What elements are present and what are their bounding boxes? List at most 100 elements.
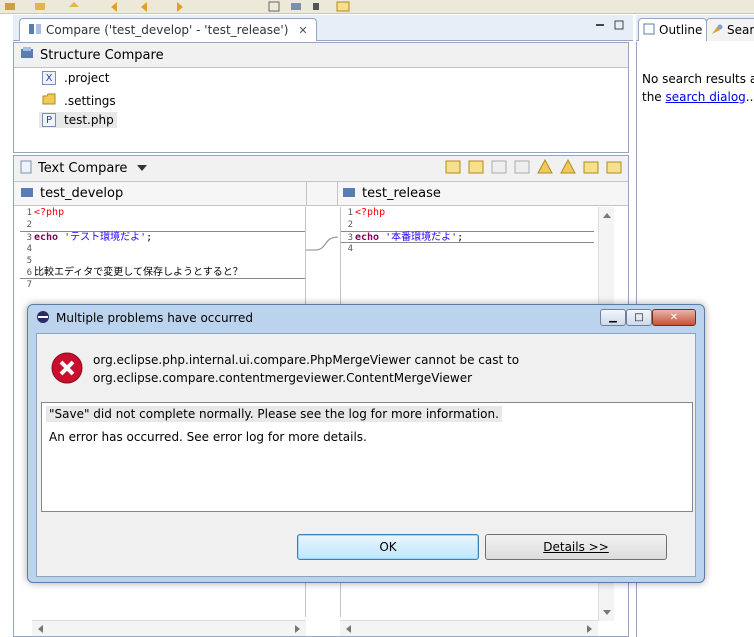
- search-icon: [711, 23, 723, 38]
- tree-item-label: .project: [64, 71, 110, 85]
- code-line: 1 <?php: [341, 207, 594, 219]
- main-toolbar: [0, 0, 754, 14]
- folder-icon: [42, 92, 56, 109]
- search-text: ...: [745, 90, 754, 104]
- details-button[interactable]: Details >>: [485, 534, 667, 560]
- code-text: <?php: [34, 207, 65, 218]
- back-arrow-icon[interactable]: [110, 1, 122, 12]
- tree-item-label: .settings: [64, 93, 116, 108]
- details-item[interactable]: An error has occurred. See error log for…: [49, 430, 367, 444]
- line-number: 7: [26, 280, 32, 290]
- structure-compare-title: Structure Compare: [40, 47, 164, 63]
- chevron-down-icon[interactable]: [137, 161, 148, 176]
- copy-right-to-left-icon[interactable]: [468, 159, 484, 179]
- next-change-icon[interactable]: [583, 159, 599, 179]
- right-pane-title: test_release: [362, 186, 441, 201]
- copy-change-icon[interactable]: [491, 159, 507, 179]
- error-message-line: org.eclipse.php.internal.ui.compare.PhpM…: [93, 353, 520, 367]
- close-button[interactable]: ✕: [652, 309, 696, 326]
- code-line: 5: [20, 255, 305, 267]
- line-number: 2: [26, 220, 32, 230]
- code-text: <?php: [355, 207, 386, 218]
- scroll-left-icon[interactable]: [35, 622, 45, 636]
- right-horizontal-scrollbar[interactable]: [340, 620, 598, 636]
- line-number: 1: [347, 208, 353, 218]
- php-file-icon: P: [42, 113, 56, 127]
- maximize-icon: □: [634, 312, 644, 323]
- details-item-text: An error has occurred. See error log for…: [49, 430, 367, 444]
- tab-search[interactable]: Searc: [706, 18, 754, 41]
- previous-change-icon[interactable]: [606, 159, 622, 179]
- dialog-title: Multiple problems have occurred: [56, 311, 253, 325]
- code-line-changed: 3 echo '本番環境だよ';: [341, 231, 594, 243]
- toolbar-icon[interactable]: [268, 1, 280, 12]
- maximize-icon[interactable]: [614, 19, 624, 30]
- line-number: 6: [26, 268, 32, 278]
- left-horizontal-scrollbar[interactable]: [32, 620, 306, 636]
- maximize-button[interactable]: □: [626, 309, 652, 326]
- dialog-body: org.eclipse.php.internal.ui.compare.PhpM…: [36, 333, 696, 577]
- tab-outline[interactable]: Outline: [638, 18, 708, 41]
- xml-file-icon: X: [42, 71, 56, 85]
- next-difference-icon[interactable]: [537, 158, 553, 179]
- line-number: 4: [26, 244, 32, 254]
- php-file-icon: [20, 160, 32, 178]
- forward-arrow-icon[interactable]: [172, 1, 184, 12]
- error-icon: [51, 352, 83, 387]
- text-compare-header: Text Compare: [14, 156, 628, 182]
- details-list[interactable]: "Save" did not complete normally. Please…: [41, 402, 693, 512]
- code-line-changed: 6 比較エディタで変更して保存しようとすると？: [20, 267, 305, 279]
- tree-item-project[interactable]: X .project: [42, 71, 109, 85]
- project-icon: [20, 185, 34, 203]
- search-dialog-link[interactable]: search dialog: [666, 90, 746, 104]
- tab-label: Outline: [659, 23, 703, 37]
- outline-icon: [643, 23, 655, 38]
- previous-difference-icon[interactable]: [560, 158, 576, 179]
- scroll-down-icon[interactable]: [600, 608, 614, 618]
- tab-title: Compare ('test_develop' - 'test_release'…: [46, 23, 289, 37]
- code-keyword: echo: [34, 232, 59, 243]
- code-text: ;: [457, 232, 464, 243]
- diff-connector: [306, 236, 338, 251]
- ok-button[interactable]: OK: [297, 534, 479, 560]
- scroll-left-icon[interactable]: [343, 622, 353, 636]
- toolbar-icon[interactable]: [312, 1, 324, 12]
- line-number: 5: [26, 256, 32, 266]
- search-empty-message: No search results a: [642, 72, 754, 86]
- code-line: 2: [20, 219, 305, 231]
- structure-compare-icon: [20, 46, 34, 64]
- code-string: 'テスト環境だよ': [64, 232, 147, 243]
- error-dialog: Multiple problems have occurred ▁ □ ✕ or…: [27, 304, 705, 583]
- toolbar-icon[interactable]: [34, 1, 46, 12]
- toolbar-icon[interactable]: [140, 1, 152, 12]
- copy-change-back-icon[interactable]: [514, 159, 530, 179]
- error-message-line: org.eclipse.compare.contentmergeviewer.C…: [93, 371, 473, 385]
- compare-icon: [28, 22, 42, 39]
- minimize-icon[interactable]: [595, 19, 605, 29]
- scroll-right-icon[interactable]: [293, 622, 303, 636]
- text-compare-title: Text Compare: [38, 161, 128, 176]
- copy-left-to-right-icon[interactable]: [445, 159, 461, 179]
- left-pane-title: test_develop: [40, 186, 124, 201]
- tree-item-test-php[interactable]: P test.php: [39, 112, 117, 128]
- toolbar-icon[interactable]: [290, 1, 302, 12]
- details-button-label: Details >>: [543, 540, 609, 554]
- toolbar-icon[interactable]: [336, 1, 350, 12]
- toolbar-icon[interactable]: [4, 1, 16, 12]
- minimize-button[interactable]: ▁: [600, 309, 626, 326]
- error-message: org.eclipse.php.internal.ui.compare.PhpM…: [93, 351, 519, 387]
- left-pane-header: test_develop: [14, 182, 306, 206]
- side-tab-bar: Outline Searc: [636, 15, 754, 41]
- close-icon[interactable]: ✕: [298, 24, 307, 37]
- toolbar-icon[interactable]: [68, 1, 80, 12]
- scroll-up-icon[interactable]: [600, 210, 614, 220]
- structure-compare-header: Structure Compare: [14, 43, 628, 68]
- scroll-right-icon[interactable]: [585, 622, 595, 636]
- tree-item-settings[interactable]: .settings: [42, 92, 116, 109]
- details-item[interactable]: "Save" did not complete normally. Please…: [46, 406, 502, 422]
- close-icon: ✕: [669, 312, 679, 323]
- center-gutter-header: [306, 182, 338, 206]
- structure-compare-panel: Structure Compare X .project .settings P…: [13, 42, 629, 153]
- line-number: 4: [347, 244, 353, 254]
- compare-editor-tab[interactable]: Compare ('test_develop' - 'test_release'…: [19, 18, 317, 41]
